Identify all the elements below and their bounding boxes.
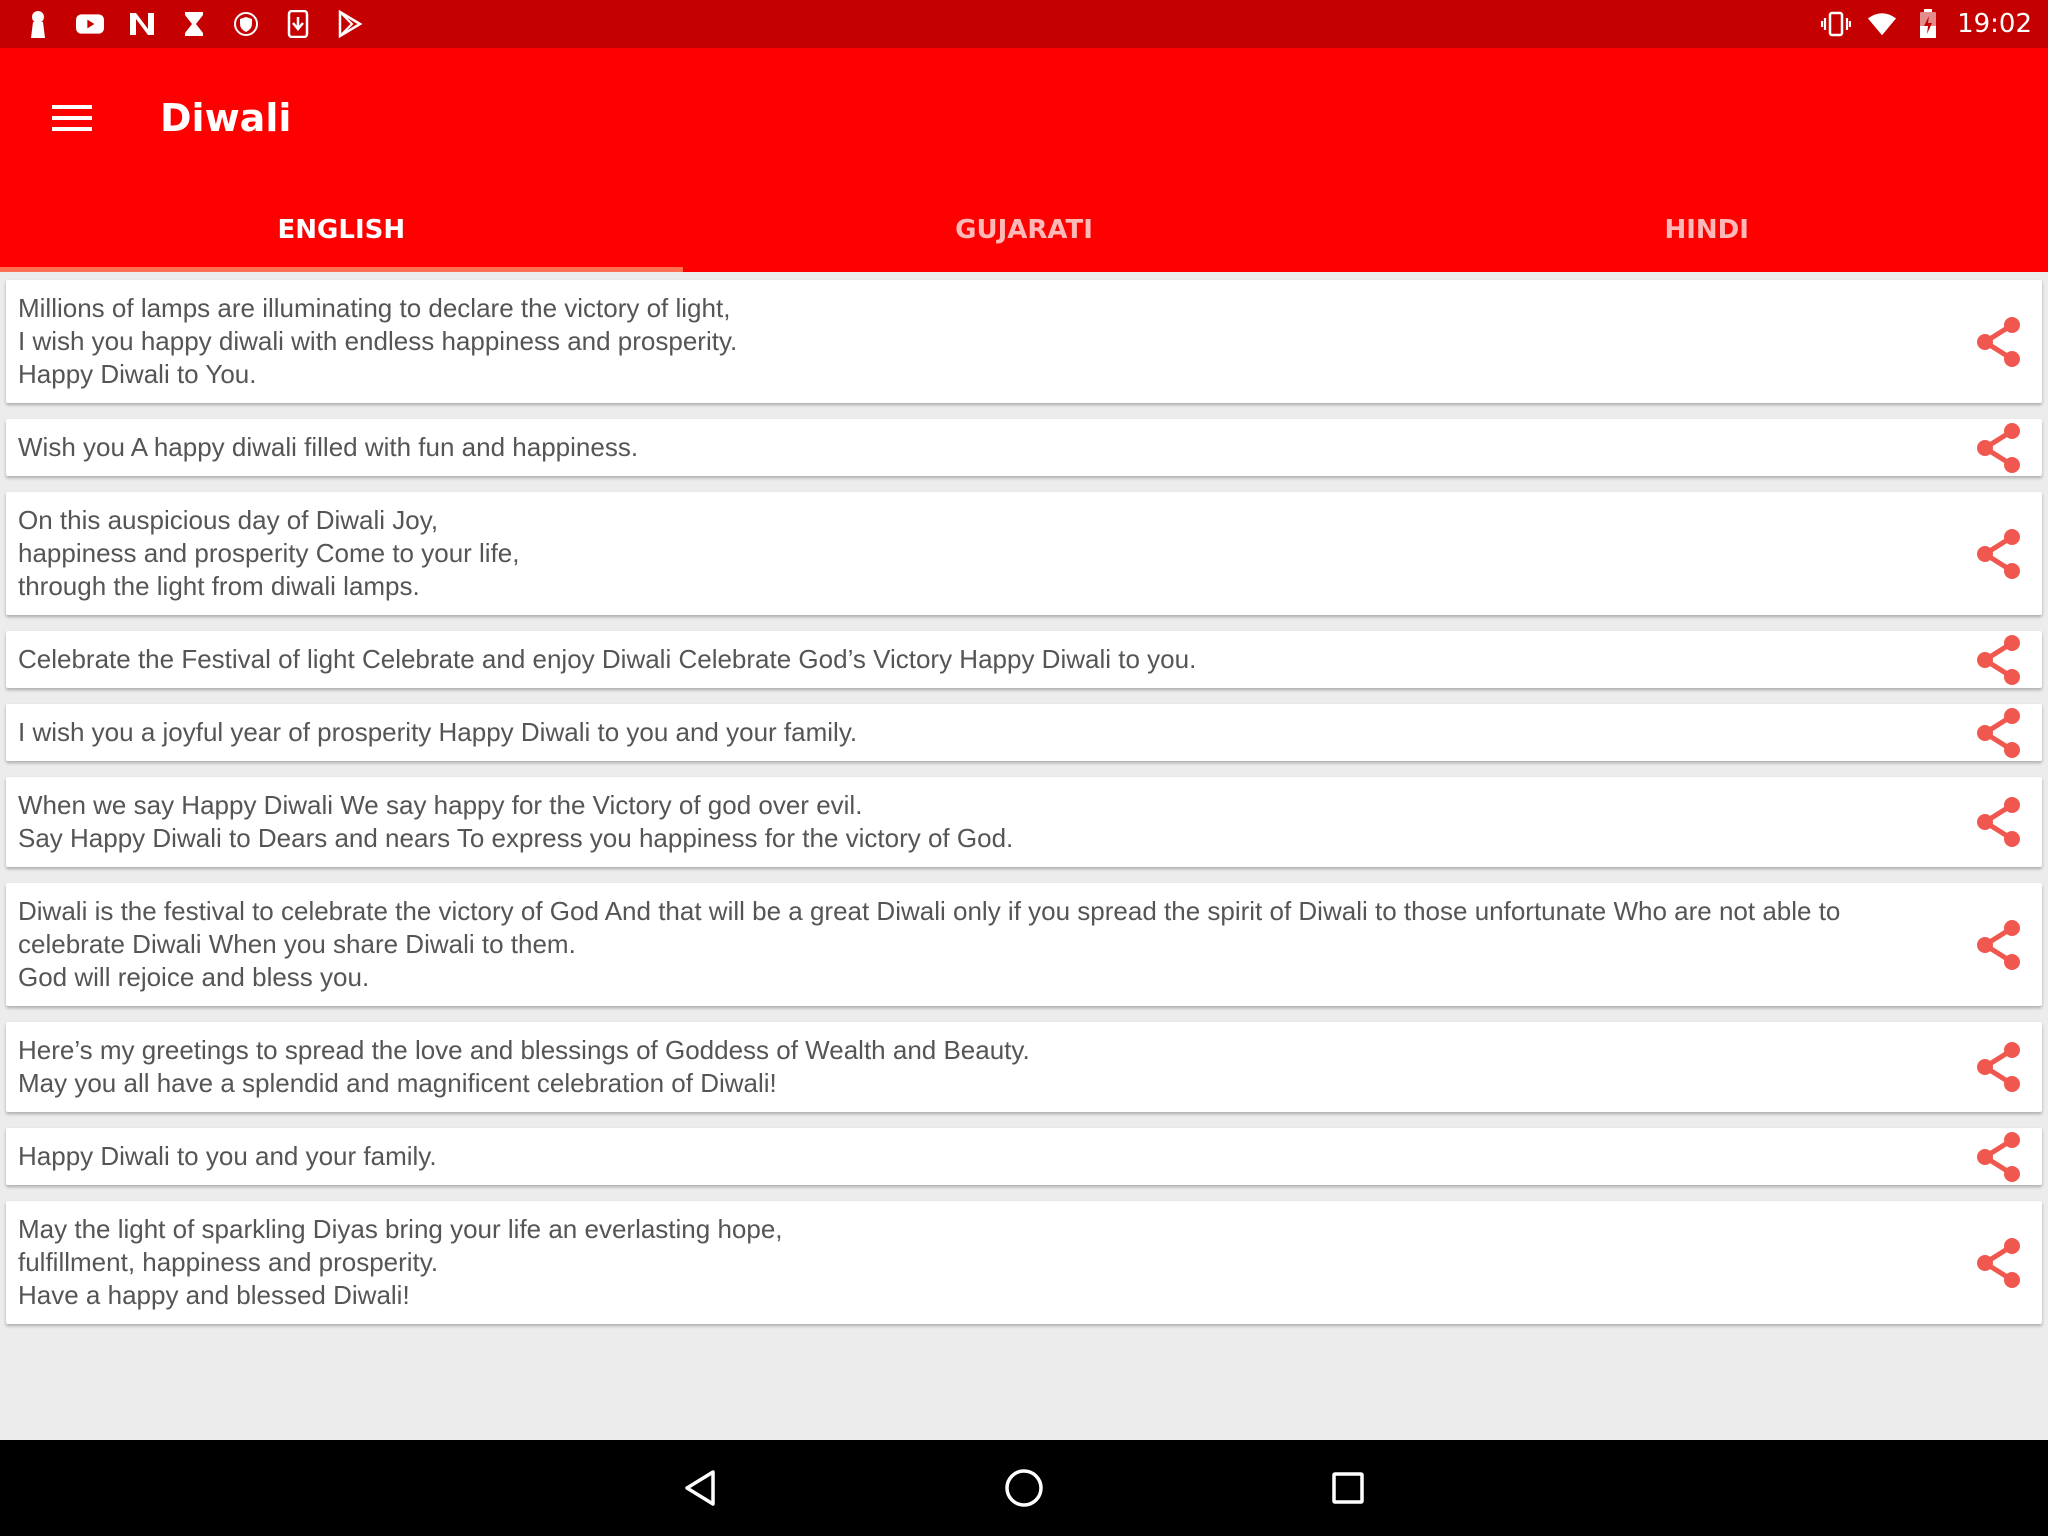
share-button[interactable] bbox=[1970, 1129, 2026, 1185]
tab-gujarati[interactable]: GUJARATI bbox=[683, 188, 1366, 272]
message-text: On this auspicious day of Diwali Joy, ha… bbox=[18, 505, 520, 601]
share-icon bbox=[1977, 797, 2020, 847]
download-icon bbox=[284, 10, 312, 38]
system-status: 19:02 bbox=[1805, 9, 2032, 39]
youtube-icon bbox=[76, 10, 104, 38]
share-icon bbox=[1977, 1237, 2020, 1288]
vibrate-icon bbox=[1821, 9, 1852, 39]
list-item[interactable]: Wish you A happy diwali filled with fun … bbox=[6, 419, 2042, 476]
page-title: Diwali bbox=[160, 96, 292, 140]
share-button[interactable] bbox=[1970, 1039, 2026, 1095]
share-button[interactable] bbox=[1970, 526, 2026, 582]
recents-button[interactable] bbox=[1300, 1440, 1396, 1536]
navigation-bar bbox=[0, 1440, 2048, 1536]
list-item[interactable]: On this auspicious day of Diwali Joy, ha… bbox=[6, 492, 2042, 615]
wifi-icon bbox=[1867, 9, 1897, 39]
message-text: When we say Happy Diwali We say happy fo… bbox=[18, 790, 1014, 853]
back-button[interactable] bbox=[652, 1440, 748, 1536]
share-button[interactable] bbox=[1970, 917, 2026, 973]
share-icon bbox=[1977, 1131, 2020, 1182]
news-icon bbox=[128, 10, 156, 38]
message-text: Wish you A happy diwali filled with fun … bbox=[18, 432, 639, 462]
share-icon bbox=[1977, 528, 2020, 579]
back-icon bbox=[685, 1470, 715, 1506]
menu-button[interactable] bbox=[44, 90, 100, 146]
share-button[interactable] bbox=[1970, 794, 2026, 850]
share-button[interactable] bbox=[1970, 420, 2026, 476]
home-icon bbox=[1005, 1469, 1043, 1507]
message-text: Here’s my greetings to spread the love a… bbox=[18, 1035, 1030, 1098]
message-text: Millions of lamps are illuminating to de… bbox=[18, 293, 738, 389]
share-button[interactable] bbox=[1970, 1235, 2026, 1291]
list-item[interactable]: Diwali is the festival to celebrate the … bbox=[6, 883, 2042, 1006]
list-item[interactable]: May the light of sparkling Diyas bring y… bbox=[6, 1201, 2042, 1324]
hourglass-icon bbox=[180, 10, 208, 38]
share-button[interactable] bbox=[1970, 314, 2026, 370]
share-icon bbox=[1977, 316, 2020, 367]
tab-bar: ENGLISH GUJARATI HINDI bbox=[0, 188, 2048, 272]
list-item[interactable]: When we say Happy Diwali We say happy fo… bbox=[6, 777, 2042, 867]
share-button[interactable] bbox=[1970, 632, 2026, 688]
status-time: 19:02 bbox=[1957, 9, 2032, 39]
message-list[interactable]: Millions of lamps are illuminating to de… bbox=[0, 272, 2048, 1440]
list-item[interactable]: Millions of lamps are illuminating to de… bbox=[6, 280, 2042, 403]
share-button[interactable] bbox=[1970, 705, 2026, 761]
message-text: Happy Diwali to you and your family. bbox=[18, 1141, 437, 1171]
share-icon bbox=[1977, 1042, 2020, 1092]
menu-icon bbox=[52, 105, 92, 131]
play-store-icon bbox=[336, 10, 364, 38]
list-item[interactable]: I wish you a joyful year of prosperity H… bbox=[6, 704, 2042, 761]
tab-hindi[interactable]: HINDI bbox=[1365, 188, 2048, 272]
list-item[interactable]: Here’s my greetings to spread the love a… bbox=[6, 1022, 2042, 1112]
message-text: I wish you a joyful year of prosperity H… bbox=[18, 717, 858, 747]
share-icon bbox=[1977, 634, 2020, 685]
share-icon bbox=[1977, 919, 2020, 970]
home-button[interactable] bbox=[976, 1440, 1072, 1536]
notification-icons bbox=[24, 10, 388, 38]
keyhole-icon bbox=[24, 10, 52, 38]
recents-icon bbox=[1332, 1472, 1364, 1504]
battery-charging-icon bbox=[1913, 9, 1943, 39]
tab-english[interactable]: ENGLISH bbox=[0, 188, 683, 272]
shield-icon bbox=[232, 10, 260, 38]
list-item[interactable]: Happy Diwali to you and your family. bbox=[6, 1128, 2042, 1185]
message-text: Celebrate the Festival of light Celebrat… bbox=[18, 644, 1197, 674]
message-text: May the light of sparkling Diyas bring y… bbox=[18, 1214, 783, 1310]
share-icon bbox=[1977, 707, 2020, 758]
status-bar: 19:02 bbox=[0, 0, 2048, 48]
share-icon bbox=[1977, 422, 2020, 473]
app-bar: Diwali ENGLISH GUJARATI HINDI bbox=[0, 48, 2048, 272]
message-text: Diwali is the festival to celebrate the … bbox=[18, 896, 1841, 992]
list-item[interactable]: Celebrate the Festival of light Celebrat… bbox=[6, 631, 2042, 688]
